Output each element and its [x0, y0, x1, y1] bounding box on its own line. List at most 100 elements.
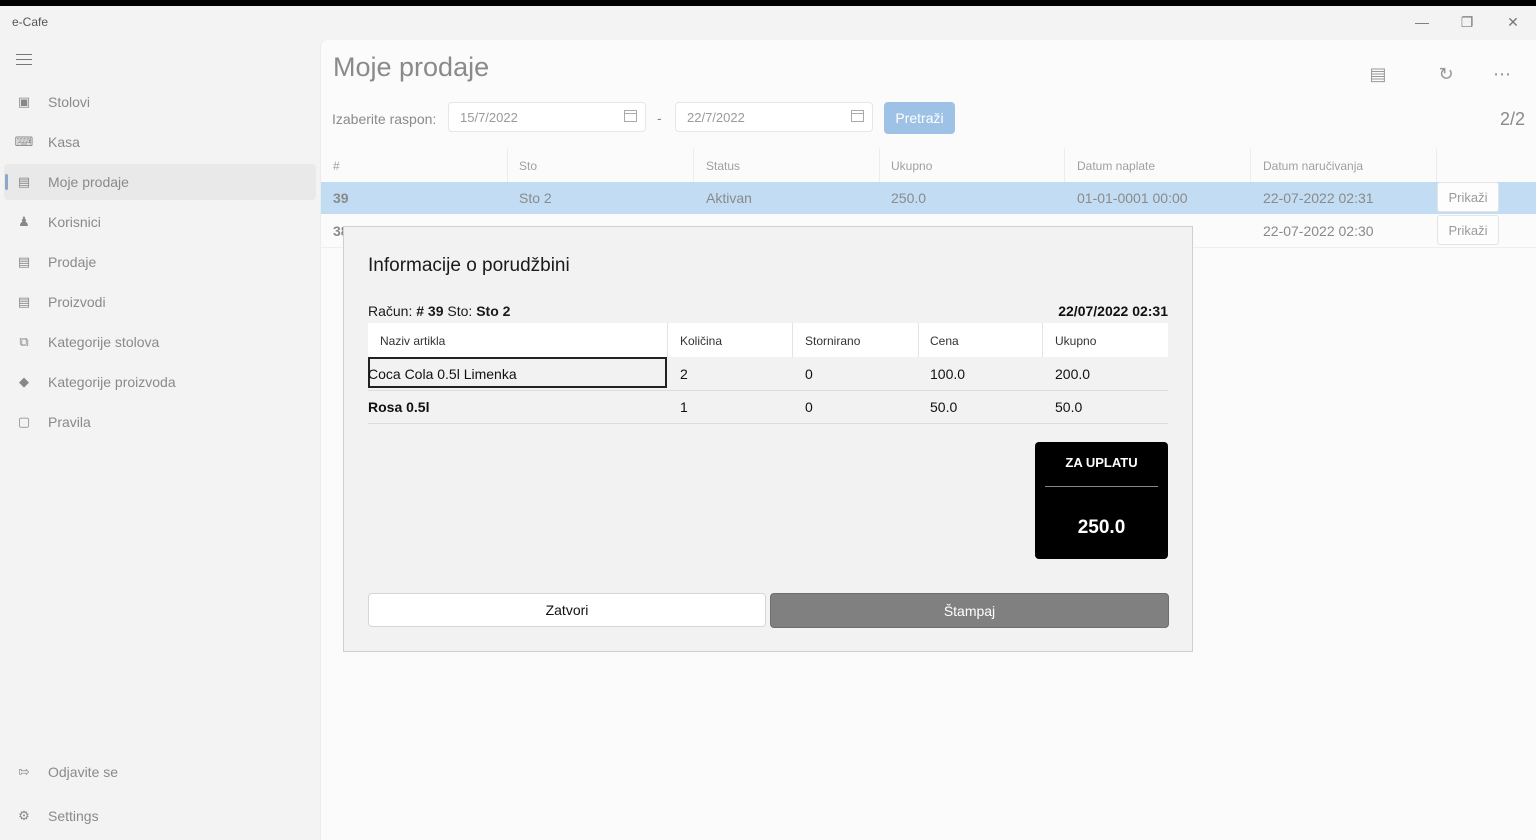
sidebar-item-label: Settings — [48, 808, 99, 824]
date-from-picker[interactable]: 15/7/2022 — [448, 102, 646, 132]
column-header[interactable]: # — [333, 159, 340, 173]
column-divider — [792, 323, 793, 357]
sidebar-item-label: Odjavite se — [48, 764, 119, 780]
column-header[interactable]: Datum naplate — [1077, 159, 1155, 173]
order-date: 22/07/2022 02:31 — [1058, 303, 1168, 319]
range-dash: - — [657, 110, 662, 126]
show-button[interactable]: Prikaži — [1437, 182, 1499, 212]
sidebar-item-label: Moje prodaje — [48, 174, 129, 190]
sidebar-item-moje-prodaje[interactable]: ▤ Moje prodaje — [4, 164, 316, 200]
more-icon[interactable]: ⋯ — [1490, 62, 1514, 86]
row-order-date: 22-07-2022 02:30 — [1263, 223, 1374, 239]
item-total: 50.0 — [1055, 399, 1083, 415]
column-divider — [667, 323, 668, 357]
close-icon: ✕ — [1507, 13, 1519, 30]
column-header[interactable]: Naziv artikla — [380, 334, 445, 348]
users-icon: ♟ — [18, 214, 30, 229]
column-header[interactable]: Ukupno — [891, 159, 932, 173]
column-header[interactable]: Sto — [519, 159, 537, 173]
monitor-icon: ▣ — [17, 94, 31, 109]
sidebar-item-label: Proizvodi — [48, 294, 106, 310]
item-total: 200.0 — [1055, 366, 1091, 382]
sidebar-item-label: Pravila — [48, 414, 91, 430]
print-button[interactable]: Štampaj — [770, 593, 1169, 628]
row-paid-date: 01-01-0001 00:00 — [1077, 190, 1188, 206]
column-header[interactable]: Stornirano — [805, 334, 860, 348]
sidebar-item-label: Stolovi — [48, 94, 91, 110]
row-status: Aktivan — [706, 190, 752, 206]
item-price: 100.0 — [930, 366, 966, 382]
sidebar-item-label: Kategorije proizvoda — [48, 374, 176, 390]
clipboard-icon: ▤ — [17, 174, 31, 189]
sidebar-item-korisnici[interactable]: ♟ Korisnici — [4, 204, 316, 240]
column-divider — [1436, 148, 1437, 182]
table-label: Sto: — [447, 303, 473, 319]
row-table: Sto 2 — [519, 190, 552, 206]
restore-button[interactable]: ❐ — [1444, 6, 1490, 38]
sidebar-item-settings[interactable]: ⚙ Settings — [4, 798, 316, 834]
column-header[interactable]: Ukupno — [1055, 334, 1096, 348]
show-button[interactable]: Prikaži — [1437, 215, 1499, 245]
sidebar-item-proizvodi[interactable]: ▤ Proizvodi — [4, 284, 316, 320]
item-canceled: 0 — [805, 399, 813, 415]
search-button[interactable]: Pretraži — [884, 102, 955, 134]
date-to-value: 22/7/2022 — [687, 110, 745, 125]
column-divider — [1250, 148, 1251, 182]
item-price: 50.0 — [930, 399, 958, 415]
keyboard-icon: ⌨ — [14, 134, 34, 149]
row-total: 250.0 — [891, 190, 927, 206]
refresh-icon[interactable]: ↻ — [1434, 62, 1458, 86]
box-icon: ▤ — [17, 294, 31, 309]
sidebar-item-prodaje[interactable]: ▤ Prodaje — [4, 244, 316, 280]
item-row[interactable]: Rosa 0.5l 1 0 50.0 50.0 — [368, 390, 1168, 424]
gear-icon: ⚙ — [18, 808, 30, 823]
copy-icon: ⧉ — [19, 334, 29, 349]
range-label: Izaberite raspon: — [332, 111, 437, 127]
close-button[interactable]: Zatvori — [368, 593, 766, 627]
layers-icon: ◆ — [19, 374, 29, 389]
calendar-icon — [851, 110, 864, 122]
amount-due-panel: ZA UPLATU 250.0 — [1035, 442, 1168, 559]
sidebar-item-label: Kasa — [48, 134, 80, 150]
minimize-icon: — — [1415, 14, 1429, 30]
item-name: Rosa 0.5l — [368, 399, 430, 415]
divider — [1045, 486, 1158, 487]
sidebar-item-pravila[interactable]: ▢ Pravila — [4, 404, 316, 440]
column-header[interactable]: Cena — [930, 334, 959, 348]
column-divider — [1064, 148, 1065, 182]
column-divider — [1042, 323, 1043, 357]
minimize-button[interactable]: — — [1399, 6, 1445, 38]
row-order-date: 22-07-2022 02:31 — [1263, 190, 1374, 206]
receipt-label: Račun: — [368, 303, 413, 319]
column-header[interactable]: Datum naručivanja — [1263, 159, 1363, 173]
column-header[interactable]: Količina — [680, 334, 722, 348]
close-window-button[interactable]: ✕ — [1490, 6, 1536, 38]
clipboard-icon[interactable]: ▤ — [1366, 62, 1390, 86]
sidebar-item-kategorije-proizvoda[interactable]: ◆ Kategorije proizvoda — [4, 364, 316, 400]
sidebar-item-label: Kategorije stolova — [48, 334, 160, 350]
item-canceled: 0 — [805, 366, 813, 382]
item-qty: 2 — [680, 366, 688, 382]
sidebar: ▣ Stolovi ⌨ Kasa ▤ Moje prodaje ♟ Korisn… — [0, 40, 320, 840]
order-info-dialog: Informacije o porudžbini Račun: # 39 Sto… — [343, 226, 1193, 652]
page-count: 2/2 — [1499, 109, 1525, 129]
logout-icon: ⇰ — [18, 764, 30, 779]
item-name: Coca Cola 0.5l Limenka — [368, 366, 517, 382]
column-header[interactable]: Status — [706, 159, 740, 173]
column-divider — [918, 323, 919, 357]
item-row[interactable]: Coca Cola 0.5l Limenka 2 0 100.0 200.0 — [368, 357, 1168, 391]
amount-due-value: 250.0 — [1077, 517, 1126, 538]
sidebar-item-logout[interactable]: ⇰ Odjavite se — [4, 754, 316, 790]
item-qty: 1 — [680, 399, 688, 415]
sidebar-item-kasa[interactable]: ⌨ Kasa — [4, 124, 316, 160]
date-to-picker[interactable]: 22/7/2022 — [675, 102, 873, 132]
restore-icon: ❐ — [1460, 13, 1474, 30]
column-divider — [879, 148, 880, 182]
hamburger-menu-icon[interactable] — [16, 54, 32, 66]
page-title: Moje prodaje — [333, 52, 490, 82]
sidebar-item-stolovi[interactable]: ▣ Stolovi — [4, 84, 316, 120]
table-row[interactable]: 39 Sto 2 Aktivan 250.0 01-01-0001 00:00 … — [321, 182, 1536, 214]
row-id: 39 — [333, 190, 349, 206]
column-divider — [507, 148, 508, 182]
sidebar-item-kategorije-stolova[interactable]: ⧉ Kategorije stolova — [4, 324, 316, 360]
